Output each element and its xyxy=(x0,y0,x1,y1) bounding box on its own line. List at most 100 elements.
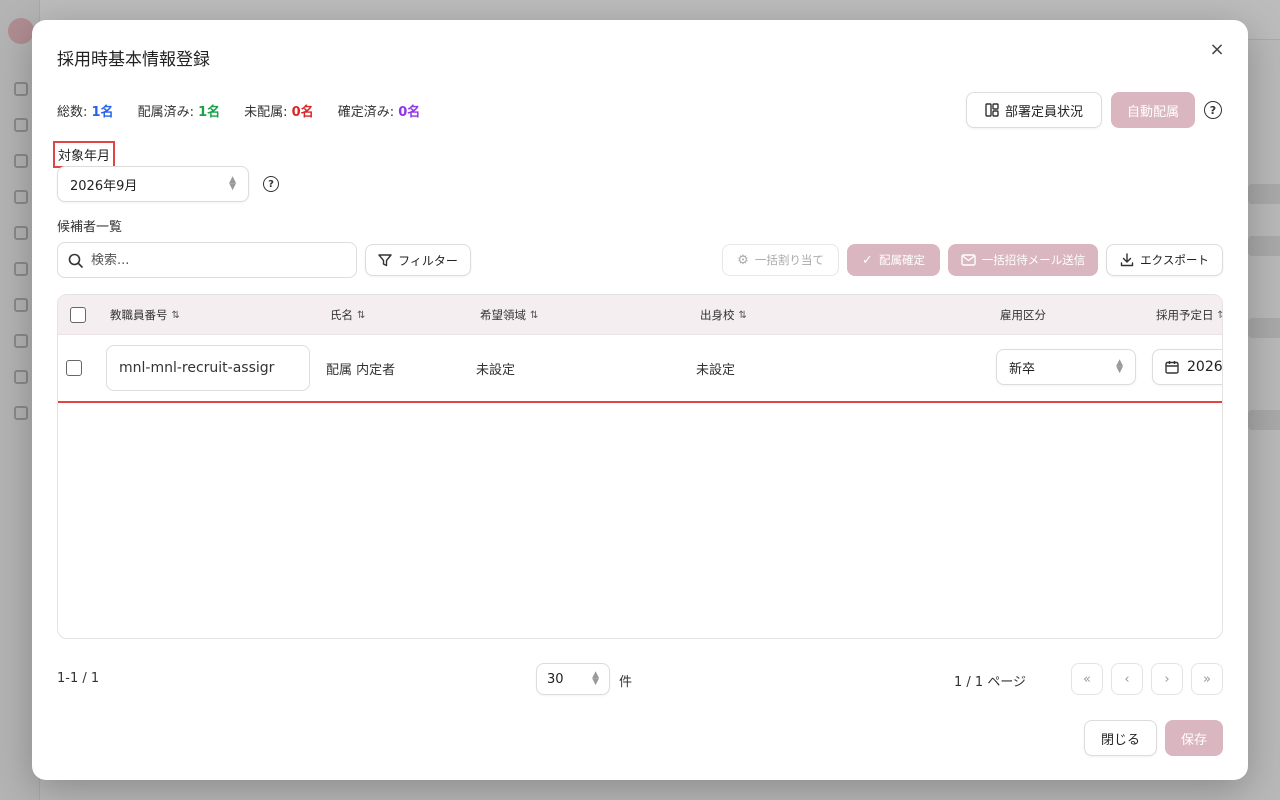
sidebar-icon xyxy=(14,82,28,96)
search-icon xyxy=(68,253,83,268)
sort-icon: ⇅ xyxy=(738,309,747,321)
confirm-assign-button[interactable]: ✓ 配属確定 xyxy=(847,244,940,276)
recruit-info-modal: 採用時基本情報登録 × 総数: 1名 配属済み: 1名 未配属: 0名 確定済み… xyxy=(32,20,1248,780)
row-select-cell xyxy=(66,335,82,401)
column-header-name[interactable]: 氏名 ⇅ xyxy=(330,295,365,335)
chevron-left-icon: ‹ xyxy=(1124,671,1130,687)
filter-label: フィルター xyxy=(398,253,458,268)
calendar-icon xyxy=(1165,361,1179,374)
school-cell: 未設定 xyxy=(696,362,736,378)
sort-icon: ⇅ xyxy=(530,309,539,321)
sidebar-icon xyxy=(14,334,28,348)
dept-capacity-label: 部署定員状況 xyxy=(1004,104,1083,120)
bulk-invite-button[interactable]: 一括招待メール送信 xyxy=(948,244,1098,276)
search-input[interactable] xyxy=(91,252,331,268)
column-header-employee-no[interactable]: 教職員番号 ⇅ xyxy=(110,295,180,335)
stat-label: 総数: xyxy=(57,105,92,120)
employment-type-value: 新卒 xyxy=(1009,361,1036,377)
chevron-updown-icon: ▲ ▼ xyxy=(592,670,599,687)
column-label: 希望領域 xyxy=(480,308,526,322)
close-button[interactable]: 閉じる xyxy=(1084,720,1157,756)
mail-icon xyxy=(961,254,976,266)
chevrons-left-icon: « xyxy=(1083,671,1091,687)
candidates-table: 教職員番号⇅ 氏名⇅ 希望領域⇅ 出身校⇅ 雇用区分 採用予定日⇅ mnl-mn… xyxy=(57,294,1223,639)
name-cell: 配属 内定者 xyxy=(326,362,396,378)
page-size-unit: 件 xyxy=(619,675,633,690)
help-icon[interactable]: ? xyxy=(1204,101,1222,119)
last-page-button[interactable]: » xyxy=(1191,663,1223,695)
first-page-button[interactable]: « xyxy=(1071,663,1103,695)
stat-total: 総数: 1名 xyxy=(57,101,114,120)
next-page-button[interactable]: › xyxy=(1151,663,1183,695)
page-size-select[interactable]: 30 ▲ ▼ xyxy=(536,663,610,695)
stat-value: 1名 xyxy=(198,105,221,120)
bulk-assign-button[interactable]: ⚙ 一括割り当て xyxy=(722,244,839,276)
dept-capacity-button[interactable]: 部署定員状況 xyxy=(966,92,1102,128)
preferred-area-cell: 未設定 xyxy=(476,362,516,378)
summary-stats: 総数: 1名 配属済み: 1名 未配属: 0名 確定済み: 0名 xyxy=(57,101,420,120)
background-chip xyxy=(1248,410,1280,430)
sort-icon: ⇅ xyxy=(357,309,366,321)
stat-value: 0名 xyxy=(398,105,421,120)
sidebar-icon xyxy=(14,190,28,204)
close-icon[interactable]: × xyxy=(1206,38,1228,60)
export-button[interactable]: エクスポート xyxy=(1106,244,1223,276)
candidate-search xyxy=(57,242,357,278)
target-month-value: 2026年9月 xyxy=(70,178,138,194)
filter-icon xyxy=(378,254,392,267)
auto-assign-label: 自動配属 xyxy=(1126,104,1179,120)
column-header-school[interactable]: 出身校 ⇅ xyxy=(700,295,747,335)
stat-label: 未配属: xyxy=(244,105,292,120)
save-label: 保存 xyxy=(1180,732,1207,748)
sidebar-icon xyxy=(14,154,28,168)
background-chip xyxy=(1248,318,1280,338)
select-all-checkbox[interactable] xyxy=(70,307,86,323)
select-all-cell xyxy=(70,295,86,335)
gear-icon: ⚙ xyxy=(737,252,749,268)
sidebar-icon xyxy=(14,298,28,312)
stat-value: 1名 xyxy=(91,105,114,120)
table-header: 教職員番号⇅ 氏名⇅ 希望領域⇅ 出身校⇅ 雇用区分 採用予定日⇅ xyxy=(58,295,1222,335)
column-header-preferred-area[interactable]: 希望領域 ⇅ xyxy=(480,295,538,335)
download-icon xyxy=(1120,253,1134,267)
column-label: 雇用区分 xyxy=(1000,308,1046,322)
employee-no-input[interactable]: mnl-mnl-recruit-assigr xyxy=(106,345,310,391)
stat-confirmed: 確定済み: 0名 xyxy=(338,101,421,120)
employment-type-select[interactable]: 新卒 ▲ ▼ xyxy=(996,349,1136,385)
stat-assigned: 配属済み: 1名 xyxy=(138,101,221,120)
export-label: エクスポート xyxy=(1140,253,1209,267)
stat-label: 確定済み: xyxy=(337,105,399,120)
row-checkbox[interactable] xyxy=(66,360,82,376)
result-range: 1-1 / 1 xyxy=(57,671,100,686)
planned-date-value: 2026 xyxy=(1187,359,1223,375)
target-month-help-icon[interactable]: ? xyxy=(263,176,279,192)
check-icon: ✓ xyxy=(862,252,873,268)
background-chip xyxy=(1248,236,1280,256)
auto-assign-button[interactable]: 自動配属 xyxy=(1111,92,1195,128)
bulk-invite-label: 一括招待メール送信 xyxy=(981,253,1086,267)
sort-icon: ⇅ xyxy=(171,309,180,321)
column-header-employment-type: 雇用区分 xyxy=(1000,295,1046,335)
filter-button[interactable]: フィルター xyxy=(365,244,471,276)
chevrons-right-icon: » xyxy=(1203,671,1211,687)
sidebar-icon xyxy=(14,406,28,420)
column-header-planned-date[interactable]: 採用予定日 ⇅ xyxy=(1156,295,1223,335)
column-label: 出身校 xyxy=(700,308,735,322)
stat-unassigned: 未配属: 0名 xyxy=(244,101,314,120)
sidebar-icon xyxy=(14,262,28,276)
column-label: 採用予定日 xyxy=(1156,308,1214,322)
planned-date-picker[interactable]: 2026 xyxy=(1152,349,1223,385)
chevron-updown-icon: ▲ ▼ xyxy=(1116,358,1123,375)
target-month-select[interactable]: 2026年9月 ▲ ▼ xyxy=(57,166,249,202)
save-button[interactable]: 保存 xyxy=(1165,720,1223,756)
stat-value: 0名 xyxy=(291,105,314,120)
sidebar-icon xyxy=(14,226,28,240)
page-info: 1 / 1 ページ xyxy=(954,675,1027,690)
sidebar-icon xyxy=(14,118,28,132)
bulk-assign-label: 一括割り当て xyxy=(754,253,824,267)
sidebar-icon xyxy=(14,370,28,384)
prev-page-button[interactable]: ‹ xyxy=(1111,663,1143,695)
page-size-value: 30 xyxy=(547,671,564,687)
column-label: 氏名 xyxy=(330,308,353,322)
sort-icon: ⇅ xyxy=(1218,310,1223,321)
